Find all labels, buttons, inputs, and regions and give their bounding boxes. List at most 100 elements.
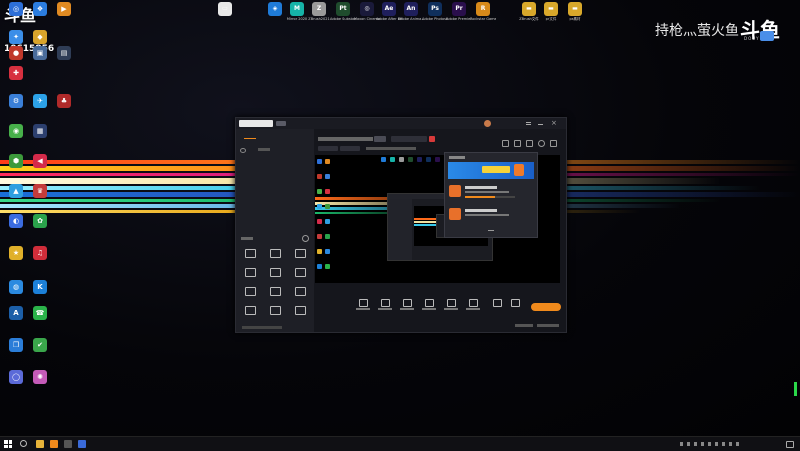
desktop-icon[interactable]: ⚙ bbox=[3, 94, 29, 117]
desktop-icon[interactable]: ◯ bbox=[3, 370, 29, 393]
start-icon[interactable] bbox=[4, 440, 12, 448]
notification-popup[interactable] bbox=[444, 152, 538, 238]
tool-item[interactable] bbox=[289, 249, 311, 259]
eye-icon[interactable] bbox=[240, 148, 246, 153]
app-icon: ◯ bbox=[9, 370, 23, 384]
desktop-icon[interactable]: ❖ bbox=[27, 2, 53, 25]
minimize-icon[interactable] bbox=[538, 124, 543, 125]
bottom-tool-icon[interactable] bbox=[493, 299, 502, 307]
popup-scroll[interactable] bbox=[488, 227, 494, 231]
desktop-icon[interactable]: An Adobe Anima... bbox=[398, 2, 424, 21]
icon-label bbox=[3, 229, 29, 237]
bottom-tool-icon[interactable] bbox=[469, 299, 478, 307]
tool-item[interactable] bbox=[239, 249, 261, 259]
tool-item[interactable] bbox=[264, 268, 286, 278]
desktop-icon[interactable]: ▲ bbox=[3, 184, 29, 207]
explorer-icon[interactable] bbox=[36, 440, 44, 448]
popup-title bbox=[449, 156, 465, 159]
desktop-icon[interactable]: ✈ bbox=[27, 94, 53, 117]
settings-icon[interactable] bbox=[302, 235, 309, 242]
tool-item[interactable] bbox=[239, 287, 261, 297]
desktop-icon[interactable]: ✔ bbox=[27, 338, 53, 361]
icon-label: ps素材 bbox=[569, 17, 581, 21]
start-live-button[interactable] bbox=[531, 303, 561, 311]
desktop-icon[interactable]: ♛ bbox=[27, 184, 53, 207]
desktop-icon[interactable]: ✿ bbox=[27, 214, 53, 237]
desktop-icon[interactable]: ▶ bbox=[51, 2, 77, 25]
tool-item[interactable] bbox=[264, 287, 286, 297]
popup-item-1[interactable] bbox=[448, 183, 534, 201]
bottom-tool-icon[interactable] bbox=[425, 299, 434, 307]
notification-icon[interactable] bbox=[786, 441, 794, 448]
desktop-icon[interactable]: K bbox=[27, 280, 53, 303]
bottom-tool-icon[interactable] bbox=[511, 299, 520, 307]
desktop-icon[interactable]: ❒ bbox=[3, 338, 29, 361]
app-icon: ◈ bbox=[268, 2, 282, 16]
app-icon: ● bbox=[9, 46, 23, 60]
icon-label bbox=[3, 81, 29, 89]
popup-item-2[interactable] bbox=[448, 207, 534, 223]
scene-row[interactable] bbox=[240, 147, 270, 153]
tool-item[interactable] bbox=[264, 249, 286, 259]
tool-icon bbox=[244, 306, 256, 315]
taskbar-app-1[interactable] bbox=[50, 440, 58, 448]
desktop-icon[interactable]: ▣ bbox=[27, 46, 53, 69]
bottom-tool-icon[interactable] bbox=[447, 299, 456, 307]
popup-banner[interactable] bbox=[448, 162, 534, 179]
avatar[interactable] bbox=[484, 120, 491, 127]
desktop-icon[interactable]: ▤ bbox=[51, 46, 77, 69]
desktop-icon[interactable]: ★ bbox=[3, 246, 29, 269]
desktop-icon[interactable]: Z ZBrush2021 bbox=[306, 2, 332, 21]
window-titlebar[interactable]: × bbox=[236, 118, 566, 129]
desktop-icon[interactable]: ▦ bbox=[27, 124, 53, 147]
desktop-icon[interactable]: RRockstar Games... bbox=[470, 2, 496, 21]
desktop-icon[interactable]: ♣ bbox=[51, 94, 77, 117]
desktop-icon[interactable]: ⬢ bbox=[3, 154, 29, 177]
tool-item[interactable] bbox=[289, 268, 311, 278]
desktop-icon[interactable]: PsAdobe Photosh... bbox=[422, 2, 448, 21]
bottom-tool-icon[interactable] bbox=[381, 299, 390, 307]
tool-item[interactable] bbox=[239, 268, 261, 278]
desktop-icon[interactable]: ◐ bbox=[3, 214, 29, 237]
stream-chip[interactable] bbox=[374, 136, 386, 142]
desktop-icon[interactable]: ▬ pr文件 bbox=[538, 2, 564, 21]
streaming-app-window[interactable]: × bbox=[235, 117, 567, 333]
icon-label bbox=[27, 353, 53, 361]
tool-item[interactable] bbox=[289, 306, 311, 316]
desktop-icon[interactable]: ☎ bbox=[27, 306, 53, 329]
desktop-icon[interactable]: ✚ bbox=[3, 66, 29, 89]
search-icon[interactable] bbox=[20, 440, 27, 447]
menu-icon[interactable] bbox=[526, 122, 531, 123]
desktop-icon[interactable]: ▭ bbox=[212, 2, 238, 17]
category-select[interactable] bbox=[391, 136, 427, 142]
desktop-icon[interactable]: ◉ bbox=[3, 124, 29, 147]
tool-icon bbox=[269, 287, 281, 296]
item-icon bbox=[449, 185, 461, 197]
desktop-icon[interactable]: PtAdobe Substan... bbox=[330, 2, 356, 21]
desktop-icon[interactable]: ◀ bbox=[27, 154, 53, 177]
app-logo bbox=[239, 120, 273, 127]
tool-item[interactable] bbox=[289, 287, 311, 297]
tray-icons[interactable] bbox=[680, 442, 740, 446]
bottom-tool-icon[interactable] bbox=[403, 299, 412, 307]
taskbar-app-2[interactable] bbox=[64, 440, 72, 448]
close-icon[interactable]: × bbox=[551, 120, 557, 127]
desktop-icon[interactable]: ◎ bbox=[3, 2, 29, 25]
bottom-tool-icon[interactable] bbox=[359, 299, 368, 307]
icon-label bbox=[3, 353, 29, 361]
tool-item[interactable] bbox=[264, 306, 286, 316]
desktop-icon[interactable]: ▬ ps素材 bbox=[562, 2, 588, 21]
app-icon: ✔ bbox=[33, 338, 47, 352]
desktop-icon[interactable]: ◍ bbox=[3, 280, 29, 303]
taskbar-app-3[interactable] bbox=[78, 440, 86, 448]
desktop-icon[interactable]: Pr Adobe Premie... bbox=[446, 2, 472, 21]
desktop-icon[interactable]: ♫ bbox=[27, 246, 53, 269]
tool-icon bbox=[244, 249, 256, 258]
desktop-icon[interactable]: ◆ bbox=[27, 30, 53, 44]
desktop-icon[interactable]: ✺ bbox=[27, 370, 53, 393]
desktop-icon[interactable]: A bbox=[3, 306, 29, 329]
desktop-icon[interactable]: ✦ bbox=[3, 30, 29, 44]
preview-icon bbox=[325, 204, 330, 209]
app-icon: ⬢ bbox=[9, 154, 23, 168]
tool-item[interactable] bbox=[239, 306, 261, 316]
